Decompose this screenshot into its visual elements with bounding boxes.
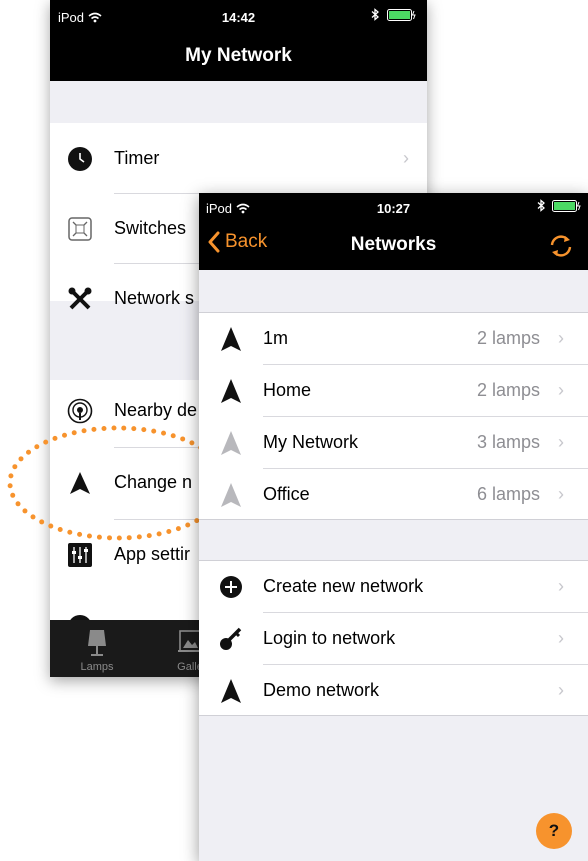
action-label: Login to network: [263, 628, 396, 648]
actions-list: Create new network › Login to network › …: [199, 560, 588, 716]
network-name: Office: [263, 484, 310, 504]
network-row-office[interactable]: Office 6 lamps ›: [199, 469, 588, 521]
back-button[interactable]: Back: [207, 231, 267, 253]
chevron-right-icon: ›: [558, 328, 564, 348]
front-phone-screen: iPod 10:27 Back Networks 1m 2 lamps › Ho…: [199, 193, 588, 861]
chevron-right-icon: ›: [558, 576, 564, 596]
action-label: Demo network: [263, 680, 380, 700]
network-arrow-icon: [221, 679, 241, 703]
status-bar: iPod 10:27: [199, 193, 588, 221]
chevron-right-icon: ›: [558, 484, 564, 504]
lamp-count: 3 lamps: [476, 432, 540, 452]
network-arrow-icon: [221, 327, 241, 351]
chevron-right-icon: ›: [558, 432, 564, 452]
lamp-count: 2 lamps: [476, 380, 540, 400]
status-time: 10:27: [376, 201, 411, 216]
bluetooth-icon: [537, 199, 545, 212]
networks-list: 1m 2 lamps › Home 2 lamps › My Network 3…: [199, 312, 588, 520]
network-name: Home: [263, 380, 312, 400]
key-icon: [220, 627, 242, 650]
network-name: My Network: [263, 432, 359, 452]
nav-bar: Back Networks: [199, 221, 588, 270]
network-row-home[interactable]: Home 2 lamps ›: [199, 365, 588, 417]
network-arrow-icon: [221, 379, 241, 403]
chevron-left-icon: [208, 231, 220, 253]
network-row-my-network[interactable]: My Network 3 lamps ›: [199, 417, 588, 469]
battery-icon: [552, 199, 581, 212]
lamp-count: 6 lamps: [476, 484, 540, 504]
network-arrow-icon: [221, 431, 241, 455]
help-button[interactable]: ?: [536, 813, 572, 849]
lamp-count: 2 lamps: [476, 328, 540, 348]
chevron-right-icon: ›: [558, 628, 564, 648]
plus-circle-icon: [220, 576, 242, 598]
sync-icon[interactable]: [546, 231, 576, 261]
network-arrow-icon: [221, 483, 241, 507]
network-name: 1m: [263, 328, 289, 348]
login-network-row[interactable]: Login to network ›: [199, 613, 588, 665]
action-label: Create new network: [263, 576, 424, 596]
demo-network-row[interactable]: Demo network ›: [199, 665, 588, 717]
network-row-1m[interactable]: 1m 2 lamps ›: [199, 313, 588, 365]
create-network-row[interactable]: Create new network ›: [199, 561, 588, 613]
chevron-right-icon: ›: [558, 680, 564, 700]
back-button-label: Back: [225, 231, 268, 252]
chevron-right-icon: ›: [558, 380, 564, 400]
